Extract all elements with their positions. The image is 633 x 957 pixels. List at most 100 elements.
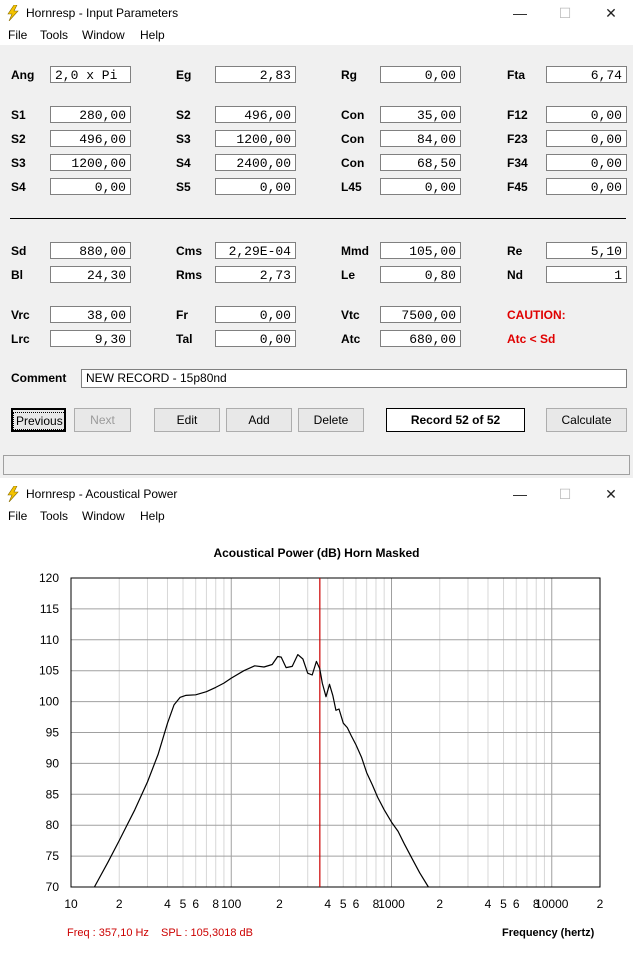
x-tick-label: 5 [340, 897, 347, 911]
param-field[interactable]: 496,00 [50, 130, 131, 147]
caution-text: Atc < Sd [507, 332, 556, 346]
chart-title: Acoustical Power (dB) Horn Masked [213, 546, 420, 560]
close-button[interactable]: ✕ [596, 3, 626, 23]
param-field[interactable]: 38,00 [50, 306, 131, 323]
param-field[interactable]: 0,80 [380, 266, 461, 283]
y-tick-label: 115 [40, 602, 59, 616]
param-field[interactable]: 0,00 [50, 178, 131, 195]
param-field[interactable]: 7500,00 [380, 306, 461, 323]
param-field[interactable]: 5,10 [546, 242, 627, 259]
param-field[interactable]: 9,30 [50, 330, 131, 347]
x-tick-label: 8 [212, 897, 219, 911]
param-field[interactable]: 24,30 [50, 266, 131, 283]
y-tick-label: 85 [46, 787, 60, 801]
comment-label: Comment [11, 371, 67, 385]
param-field[interactable]: 0,00 [546, 106, 627, 123]
param-field[interactable]: 0,00 [215, 330, 296, 347]
window-title: Hornresp - Acoustical Power [26, 487, 178, 501]
param-field[interactable]: 2,0 x Pi [50, 66, 131, 83]
param-field[interactable]: 6,74 [546, 66, 627, 83]
param-label: Atc [341, 332, 361, 346]
y-tick-label: 75 [46, 849, 60, 863]
param-field[interactable]: 2,73 [215, 266, 296, 283]
calculate-button[interactable]: Calculate [546, 408, 627, 432]
x-tick-label: 1000 [378, 897, 405, 911]
param-label: S5 [176, 180, 191, 194]
x-tick-label: 2 [276, 897, 283, 911]
menu-file[interactable]: File [8, 509, 27, 523]
y-tick-label: 105 [39, 664, 59, 678]
param-label: Fta [507, 68, 525, 82]
param-field[interactable]: 0,00 [215, 306, 296, 323]
menu-file[interactable]: File [8, 28, 27, 42]
param-field[interactable]: 880,00 [50, 242, 131, 259]
param-field[interactable]: 105,00 [380, 242, 461, 259]
previous-button[interactable]: Previous [11, 408, 66, 432]
param-field[interactable]: 496,00 [215, 106, 296, 123]
acoustical-power-chart[interactable]: 70758085909510010511011512010 2 4 5 6 8 100 2 4 5… [0, 569, 633, 914]
maximize-button[interactable]: ☐ [550, 484, 580, 504]
param-field[interactable]: 280,00 [50, 106, 131, 123]
x-tick-label: 10 [64, 897, 78, 911]
param-label: S3 [176, 132, 191, 146]
param-label: S1 [11, 108, 26, 122]
param-field[interactable]: 0,00 [380, 66, 461, 83]
param-field[interactable]: 0,00 [215, 178, 296, 195]
menu-help[interactable]: Help [140, 509, 165, 523]
comment-field[interactable]: NEW RECORD - 15p80nd [81, 369, 627, 388]
param-label: Le [341, 268, 356, 282]
menu-bar: File Tools Window Help [0, 507, 633, 526]
hornresp-lightning-icon [7, 486, 19, 502]
section-divider [10, 218, 626, 219]
previous-button-label: Previous [13, 412, 66, 430]
param-field[interactable]: 2400,00 [215, 154, 296, 171]
param-field[interactable]: 0,00 [380, 178, 461, 195]
menu-window[interactable]: Window [82, 509, 125, 523]
param-label: Rms [176, 268, 203, 282]
minimize-button[interactable]: — [505, 3, 535, 23]
close-button[interactable]: ✕ [596, 484, 626, 504]
param-field[interactable]: 680,00 [380, 330, 461, 347]
param-field[interactable]: 1200,00 [215, 130, 296, 147]
param-field[interactable]: 35,00 [380, 106, 461, 123]
param-label: F12 [507, 108, 528, 122]
param-label: S2 [11, 132, 26, 146]
param-label: Nd [507, 268, 523, 282]
y-tick-label: 90 [46, 756, 60, 770]
param-label: L45 [341, 180, 362, 194]
param-field[interactable]: 2,83 [215, 66, 296, 83]
minimize-button[interactable]: — [505, 484, 535, 504]
add-button[interactable]: Add [226, 408, 292, 432]
menu-tools[interactable]: Tools [40, 28, 68, 42]
param-label: S2 [176, 108, 191, 122]
param-field[interactable]: 68,50 [380, 154, 461, 171]
maximize-button[interactable]: ☐ [550, 3, 580, 23]
param-label: Vtc [341, 308, 360, 322]
menu-tools[interactable]: Tools [40, 509, 68, 523]
edit-button[interactable]: Edit [154, 408, 220, 432]
param-label: Lrc [11, 332, 30, 346]
param-field[interactable]: 1 [546, 266, 627, 283]
param-label: Fr [176, 308, 188, 322]
param-label: F45 [507, 180, 528, 194]
window-title: Hornresp - Input Parameters [26, 6, 179, 20]
param-field[interactable]: 0,00 [546, 154, 627, 171]
x-tick-label: 2 [116, 897, 123, 911]
param-label: S4 [11, 180, 26, 194]
frequency-axis-label: Frequency (hertz) [502, 927, 595, 939]
param-field[interactable]: 0,00 [546, 130, 627, 147]
menu-help[interactable]: Help [140, 28, 165, 42]
param-field[interactable]: 0,00 [546, 178, 627, 195]
menu-window[interactable]: Window [82, 28, 125, 42]
param-field[interactable]: 1200,00 [50, 154, 131, 171]
delete-button[interactable]: Delete [298, 408, 364, 432]
param-field[interactable]: 2,29E-04 [215, 242, 296, 259]
spl-readout: SPL : 105,3018 dB [161, 927, 253, 939]
param-label: Sd [11, 244, 27, 258]
y-tick-label: 95 [46, 726, 60, 740]
next-button[interactable]: Next [74, 408, 131, 432]
x-tick-label: 4 [485, 897, 492, 911]
param-field[interactable]: 84,00 [380, 130, 461, 147]
x-tick-label: 4 [164, 897, 171, 911]
caution-text: CAUTION: [507, 308, 566, 322]
